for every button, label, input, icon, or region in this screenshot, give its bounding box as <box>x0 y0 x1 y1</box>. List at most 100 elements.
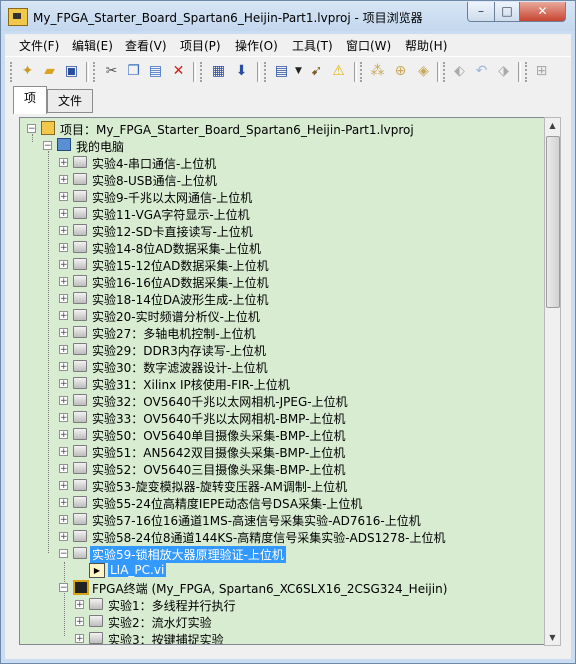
tree-row-folder[interactable]: + 实验50：OV5640单目摄像头采集-BMP-上位机 <box>20 426 540 443</box>
menu-file[interactable]: 文件(F) <box>19 37 59 54</box>
save-all-icon[interactable]: ▣ <box>63 63 80 80</box>
toolbar-grip[interactable] <box>525 62 530 82</box>
delete-icon[interactable]: ✕ <box>170 63 187 80</box>
scrollbar-thumb[interactable] <box>546 136 560 308</box>
tree-row-folder[interactable]: + 实验4-串口通信-上位机 <box>20 154 540 171</box>
tree-row-folder[interactable]: + 实验15-12位AD数据采集-上位机 <box>20 256 540 273</box>
tree-row-folder[interactable]: + 实验30：数字滤波器设计-上位机 <box>20 358 540 375</box>
tree-row-vi[interactable]: ▶ LIA_PC.vi <box>20 562 220 579</box>
expand-icon[interactable]: + <box>59 209 68 219</box>
build-icon[interactable]: ▦ <box>210 63 227 80</box>
expand-icon[interactable]: + <box>59 498 68 508</box>
tree-row-folder[interactable]: + 实验55-24位高精度IEPE动态信号DSA采集-上位机 <box>20 494 540 511</box>
collapse-icon[interactable]: − <box>59 583 68 593</box>
menu-edit[interactable]: 编辑(E) <box>72 37 113 54</box>
menu-view[interactable]: 查看(V) <box>125 37 167 54</box>
expand-icon[interactable]: + <box>59 532 68 542</box>
tree-row-folder[interactable]: + 实验53-旋变模拟器-旋转变压器-AM调制-上位机 <box>20 477 540 494</box>
expand-icon[interactable]: + <box>59 515 68 525</box>
expand-icon[interactable]: + <box>59 413 68 423</box>
minimize-button[interactable]: – <box>467 2 495 22</box>
tree-row-folder[interactable]: + 实验57-16位16通道1MS-高速信号采集实验-AD7616-上位机 <box>20 511 540 528</box>
tree-row-folder[interactable]: + 实验58-24位8通道144KS-高精度信号采集实验-ADS1278-上位机 <box>20 528 540 545</box>
title-bar[interactable]: My_FPGA_Starter_Board_Spartan6_Heijin-Pa… <box>1 1 575 31</box>
tool5-icon[interactable]: ⊞ <box>533 63 550 80</box>
tree-row-folder[interactable]: + 实验20-实时频谱分析仪-上位机 <box>20 307 540 324</box>
tool2-icon[interactable]: ⊕ <box>392 63 409 80</box>
expand-icon[interactable]: + <box>75 634 84 644</box>
expand-icon[interactable]: + <box>59 311 68 321</box>
tool4-icon[interactable]: ⬖ <box>451 63 468 80</box>
expand-icon[interactable]: + <box>59 328 68 338</box>
tab-files[interactable]: 文件 <box>47 89 93 113</box>
warning-icon[interactable]: ⚠ <box>330 63 347 80</box>
close-button[interactable]: ✕ <box>519 2 566 22</box>
expand-icon[interactable]: + <box>59 192 68 202</box>
tree-row-folder[interactable]: + 实验27：多轴电机控制-上位机 <box>20 324 540 341</box>
cut-icon[interactable]: ✂ <box>103 63 120 80</box>
tool3-icon[interactable]: ◈ <box>415 63 432 80</box>
menu-window[interactable]: 窗口(W) <box>346 37 391 54</box>
expand-icon[interactable]: + <box>59 260 68 270</box>
tree-row-folder[interactable]: + 实验18-14位DA波形生成-上位机 <box>20 290 540 307</box>
expand-icon[interactable]: + <box>59 379 68 389</box>
toolbar-grip[interactable] <box>443 62 448 82</box>
project-tree[interactable]: − 项目：My_FPGA_Starter_Board_Spartan6_Heij… <box>19 117 545 645</box>
tree-row-folder[interactable]: + 实验11-VGA字符显示-上位机 <box>20 205 540 222</box>
tree-row-folder[interactable]: + 实验52：OV5640三目摄像头采集-BMP-上位机 <box>20 460 540 477</box>
new-icon[interactable]: ✦ <box>19 63 36 80</box>
tree-row-folder[interactable]: + 实验9-千兆以太网通信-上位机 <box>20 188 540 205</box>
paste-icon[interactable]: ▤ <box>147 63 164 80</box>
menu-help[interactable]: 帮助(H) <box>405 37 447 54</box>
tree-row-computer[interactable]: − 我的电脑 <box>20 137 220 154</box>
expand-icon[interactable]: + <box>59 481 68 491</box>
toolbar-grip[interactable] <box>93 62 98 82</box>
open-icon[interactable]: ▰ <box>41 63 58 80</box>
collapse-icon[interactable]: − <box>43 141 52 151</box>
toolbar-grip[interactable] <box>264 62 269 82</box>
toolbar-grip[interactable] <box>360 62 365 82</box>
maximize-button[interactable]: □ <box>494 2 520 22</box>
tree-row-folder[interactable]: + 实验51：AN5642双目摄像头采集-BMP-上位机 <box>20 443 540 460</box>
tree-row-folder[interactable]: + 实验14-8位AD数据采集-上位机 <box>20 239 540 256</box>
expand-icon[interactable]: + <box>59 294 68 304</box>
expand-icon[interactable]: + <box>59 447 68 457</box>
pointer-icon[interactable]: ➹ <box>308 63 325 80</box>
expand-icon[interactable]: + <box>75 617 84 627</box>
menu-operate[interactable]: 操作(O) <box>235 37 278 54</box>
expand-icon[interactable]: + <box>59 158 68 168</box>
tree-row-folder[interactable]: + 实验8-USB通信-上位机 <box>20 171 540 188</box>
expand-icon[interactable]: + <box>59 226 68 236</box>
tab-items[interactable]: 项 <box>13 86 47 114</box>
expand-icon[interactable]: + <box>75 600 84 610</box>
undo-icon[interactable]: ↶ <box>473 63 490 80</box>
tree-row-folder[interactable]: + 实验29：DDR3内存读写-上位机 <box>20 341 540 358</box>
collapse-icon[interactable]: − <box>59 549 68 559</box>
tree-row-fpga-item[interactable]: + 实验1：多线程并行执行 <box>20 596 320 613</box>
scroll-down-icon[interactable]: ▼ <box>545 630 560 645</box>
tree-row-fpga-item[interactable]: + 实验3：按键捕捉实验 <box>20 630 320 644</box>
expand-icon[interactable]: + <box>59 396 68 406</box>
expand-icon[interactable]: + <box>59 175 68 185</box>
tree-row-folder[interactable]: + 实验33：OV5640千兆以太网相机-BMP-上位机 <box>20 409 540 426</box>
expand-icon[interactable]: + <box>59 362 68 372</box>
copy-icon[interactable]: ❐ <box>125 63 142 80</box>
expand-icon[interactable]: + <box>59 430 68 440</box>
vertical-scrollbar[interactable]: ▲ ▼ <box>544 117 561 646</box>
toolbar-grip[interactable] <box>200 62 205 82</box>
menu-project[interactable]: 项目(P) <box>180 37 221 54</box>
scroll-up-icon[interactable]: ▲ <box>545 118 560 133</box>
tree-row-folder[interactable]: + 实验16-16位AD数据采集-上位机 <box>20 273 540 290</box>
redo-icon[interactable]: ⬗ <box>495 63 512 80</box>
tree-row-folder[interactable]: + 实验12-SD卡直接读写-上位机 <box>20 222 540 239</box>
tree-row-fpga-target[interactable]: − FPGA终端 (My_FPGA, Spartan6_XC6SLX16_2CS… <box>20 579 540 596</box>
dropdown-icon[interactable]: ▼ <box>290 63 307 80</box>
expand-icon[interactable]: + <box>59 464 68 474</box>
tool1-icon[interactable]: ⁂ <box>369 63 386 80</box>
view-icon[interactable]: ▤ <box>273 63 290 80</box>
expand-icon[interactable]: + <box>59 345 68 355</box>
toolbar-grip[interactable] <box>10 62 15 82</box>
tree-row-project[interactable]: − 项目：My_FPGA_Starter_Board_Spartan6_Heij… <box>20 120 520 137</box>
tree-row-folder[interactable]: + 实验32：OV5640千兆以太网相机-JPEG-上位机 <box>20 392 540 409</box>
expand-icon[interactable]: + <box>59 277 68 287</box>
